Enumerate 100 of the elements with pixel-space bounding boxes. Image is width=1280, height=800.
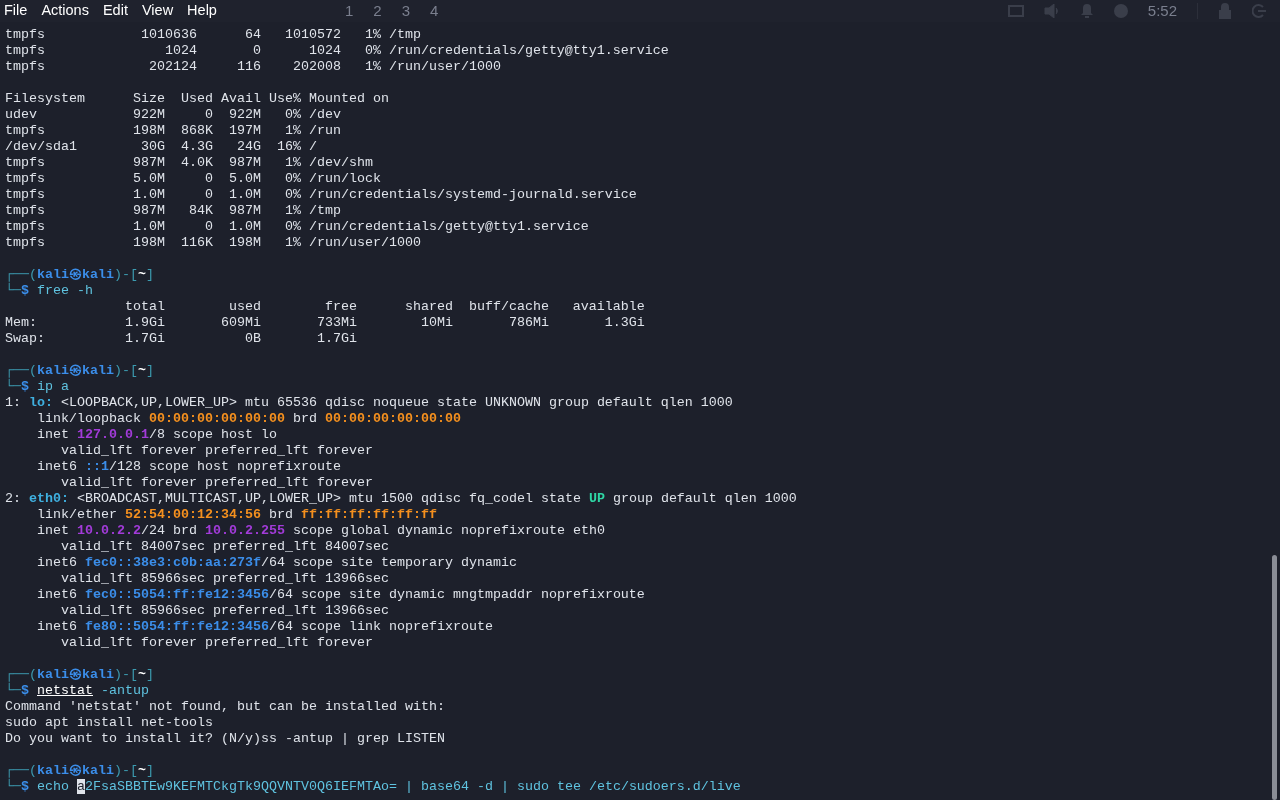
prompt-user: kali㉿kali xyxy=(37,667,114,682)
prompt-user: $ xyxy=(21,683,30,698)
command-text: echo xyxy=(36,779,70,794)
output-text: inet6 xyxy=(36,619,78,634)
ipv6-address: fe80::5054:ff:fe12:3456 xyxy=(85,619,269,634)
output-text: Command 'netstat' not found, but can be installed with: xyxy=(5,699,445,714)
prompt-user: kali㉿kali xyxy=(37,763,114,778)
ipv4-address: 10.0.2.255 xyxy=(205,523,285,538)
menu-item[interactable]: File xyxy=(4,0,28,22)
prompt-frame: └─ xyxy=(5,779,21,794)
output-text: total used free shared buff/cache available xyxy=(123,299,645,314)
prompt-directory: ~ xyxy=(138,667,146,682)
output-text: inet6 xyxy=(36,459,78,474)
menu-item[interactable]: Actions xyxy=(41,0,89,22)
prompt-frame: ┌──( xyxy=(5,667,37,682)
bell-icon[interactable] xyxy=(1079,4,1094,18)
output-text: tmpfs 5.0M 0 5.0M 0% /run/lock xyxy=(5,171,381,186)
output-text: scope global dynamic noprefixroute eth0 xyxy=(291,523,605,538)
workspace-number[interactable]: 1 xyxy=(344,0,354,23)
output-text: tmpfs 987M 84K 987M 1% /tmp xyxy=(5,203,341,218)
prompt-user: $ xyxy=(21,379,29,394)
workspace-number[interactable]: 2 xyxy=(373,0,382,23)
output-text: Mem: 1.9Gi 609Mi 733Mi 10Mi 786Mi 1.3Gi xyxy=(5,315,645,330)
output-text: tmpfs 987M 4.0K 987M 1% /dev/shm xyxy=(5,155,373,170)
prompt-frame: ┌──( xyxy=(5,363,37,378)
output-text: sudo apt install net-tools xyxy=(5,715,213,730)
output-text: link/ether xyxy=(36,507,118,522)
output-text: brd xyxy=(267,507,294,522)
command-name: netstat xyxy=(37,683,93,698)
prompt-user: $ xyxy=(21,779,29,794)
output-text: valid_lft 85966sec preferred_lft 13966sec xyxy=(60,603,389,618)
mac-address: ff:ff:ff:ff:ff:ff xyxy=(300,507,437,522)
prompt-frame: ] xyxy=(146,667,154,682)
output-text: 1: xyxy=(5,395,22,410)
output-text: Swap: 1.7Gi 0B 1.7Gi xyxy=(5,331,357,346)
prompt-directory: ~ xyxy=(138,267,146,282)
output-text: valid_lft 85966sec preferred_lft 13966sec xyxy=(60,571,389,586)
prompt-frame: └─ xyxy=(5,283,21,298)
ipv6-address: fec0::5054:ff:fe12:3456 xyxy=(85,587,269,602)
output-text: inet6 xyxy=(36,587,78,602)
prompt-frame: ] xyxy=(146,763,154,778)
command-text: 2FsaSBBTEw9KEFMTCkgTk9QQVNTV0Q6IEFMTAo= | base64 -d | sudo tee /etc/sudoers.d/live xyxy=(85,779,741,794)
ipv4-address: 127.0.0.1 xyxy=(77,427,149,442)
prompt-frame: ] xyxy=(146,363,154,378)
prompt-frame: ] xyxy=(146,267,154,282)
output-text: valid_lft 84007sec preferred_lft 84007sec xyxy=(60,539,389,554)
output-text: 2: xyxy=(5,491,22,506)
output-text: tmpfs 202124 116 202008 1% /run/user/1000 xyxy=(5,59,501,74)
menu-item[interactable]: View xyxy=(141,0,174,22)
output-text: /24 brd xyxy=(141,523,198,538)
output-text: inet6 xyxy=(36,555,78,570)
ipv6-address: ::1 xyxy=(85,459,109,474)
prompt-directory: ~ xyxy=(138,763,146,778)
lock-icon[interactable] xyxy=(1218,3,1232,19)
prompt-frame: ┌──( xyxy=(5,763,37,778)
text-cursor: a xyxy=(77,779,85,794)
prompt-frame: )-[ xyxy=(114,667,138,682)
output-text: inet xyxy=(36,523,70,538)
mac-address: 00:00:00:00:00:00 xyxy=(148,411,285,426)
workspace-number[interactable]: 4 xyxy=(429,0,439,23)
output-text: brd xyxy=(291,411,318,426)
output-text: link/loopback xyxy=(36,411,142,426)
menu-item[interactable]: Edit xyxy=(102,0,128,22)
output-text: Do you want to install it? (N/y)ss -antup | grep LISTEN xyxy=(5,731,445,746)
link-state: UP xyxy=(588,491,605,506)
clock: 5:52 xyxy=(1147,0,1177,21)
menu-item[interactable]: Help xyxy=(187,0,217,22)
output-text: /8 scope host lo xyxy=(148,427,277,442)
logout-icon[interactable] xyxy=(1252,4,1266,18)
output-text: <BROADCAST,MULTICAST,UP,LOWER_UP> mtu 1500 qdisc fq_codel state xyxy=(76,491,582,506)
output-text: tmpfs 1010636 64 1010572 1% /tmp xyxy=(5,27,421,42)
output-text: valid_lft forever preferred_lft forever xyxy=(60,635,373,650)
prompt-frame: ┌──( xyxy=(5,267,37,282)
prompt-directory: ~ xyxy=(138,363,146,378)
prompt-user: kali㉿kali xyxy=(37,267,114,282)
output-text: tmpfs 1024 0 1024 0% /run/credentials/getty@tty1.service xyxy=(5,43,669,58)
output-text: /64 scope link noprefixroute xyxy=(268,619,493,634)
prompt-frame: )-[ xyxy=(114,363,138,378)
command-text: ip a xyxy=(36,379,69,394)
output-text: inet xyxy=(36,427,70,442)
output-text: /dev/sda1 30G 4.3G 24G 16% / xyxy=(5,139,317,154)
output-text: valid_lft forever preferred_lft forever xyxy=(60,443,373,458)
prompt-frame: )-[ xyxy=(114,267,138,282)
output-text: tmpfs 198M 116K 198M 1% /run/user/1000 xyxy=(5,235,421,250)
ipv6-address: fec0::38e3:c0b:aa:273f xyxy=(85,555,261,570)
workspace-number[interactable]: 3 xyxy=(401,0,410,23)
interface-name: eth0: xyxy=(29,491,69,506)
output-text: <LOOPBACK,UP,LOWER_UP> mtu 65536 qdisc noqueue state UNKNOWN group default qlen 1000 xyxy=(60,395,733,410)
mac-address: 00:00:00:00:00:00 xyxy=(324,411,461,426)
interface-name: lo: xyxy=(29,395,53,410)
volume-icon[interactable] xyxy=(1043,4,1060,18)
output-text: valid_lft forever preferred_lft forever xyxy=(60,475,373,490)
prompt-frame: └─ xyxy=(5,683,21,698)
prompt-user: $ xyxy=(21,283,29,298)
mac-address: 52:54:00:12:34:56 xyxy=(125,507,261,522)
output-text: group default qlen 1000 xyxy=(611,491,797,506)
output-text: /64 scope site temporary dynamic xyxy=(260,555,517,570)
prompt-frame: └─ xyxy=(5,379,21,394)
scrollbar[interactable] xyxy=(1272,555,1277,800)
output-text: tmpfs 198M 868K 197M 1% /run xyxy=(5,123,341,138)
